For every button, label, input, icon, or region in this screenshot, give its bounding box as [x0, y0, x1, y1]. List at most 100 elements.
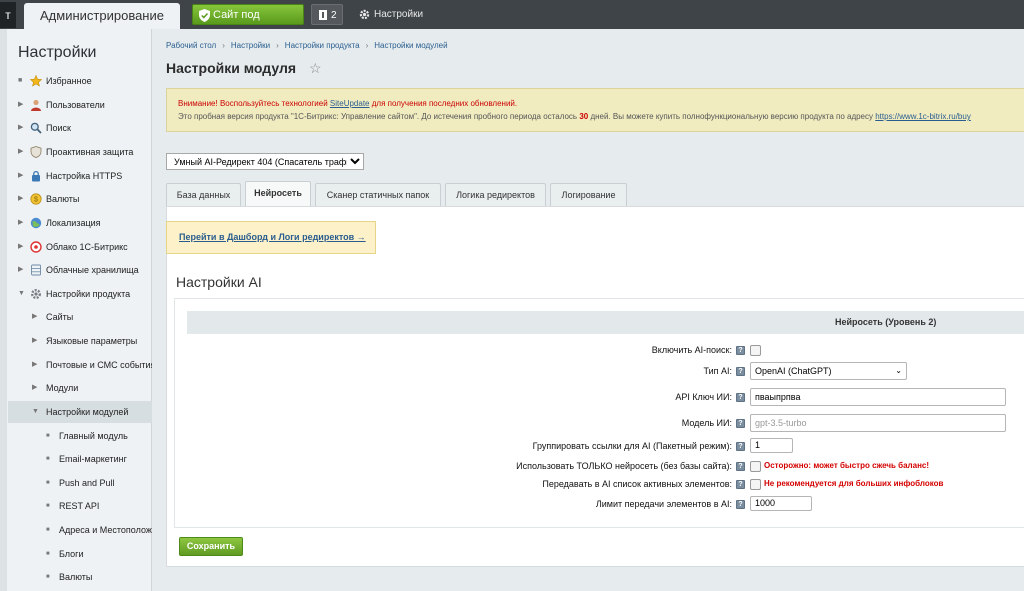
sidebar-item-module-settings[interactable]: ▼ Настройки модулей	[8, 401, 152, 423]
sidebar-item-favorites[interactable]: ■ Избранное	[8, 70, 152, 92]
sidebar-item-language-params[interactable]: ▶ Языковые параметры	[8, 330, 152, 352]
breadcrumb-item[interactable]: Рабочий стол	[166, 41, 216, 50]
field-label: Тип AI:	[703, 366, 732, 376]
tab-redirect-logic[interactable]: Логика редиректов	[445, 183, 546, 206]
sidebar-item-search[interactable]: ▶ Поиск	[8, 117, 152, 139]
sidebar-item-label: Облако 1С-Битрикс	[46, 242, 128, 252]
chevron-right-icon: ▶	[18, 195, 24, 202]
help-icon[interactable]: ?	[736, 346, 745, 355]
sidebar-item-label: Настройки модулей	[46, 407, 129, 417]
sidebar-item-label: Почтовые и СМС события	[46, 360, 156, 370]
sidebar-item-label: Пользователи	[46, 100, 105, 110]
tab-database[interactable]: База данных	[166, 183, 241, 206]
svg-text:$: $	[34, 197, 38, 204]
help-icon[interactable]: ?	[736, 480, 745, 489]
sidebar-item-label: Настройки продукта	[46, 289, 131, 299]
ai-settings-heading: Настройки AI	[176, 274, 262, 290]
siteupdate-link[interactable]: SiteUpdate	[330, 99, 370, 108]
star-icon	[30, 75, 42, 87]
sidebar-item-main-module[interactable]: ■ Главный модуль	[8, 425, 152, 447]
batch-input[interactable]: 1	[750, 438, 793, 453]
help-icon[interactable]: ?	[736, 367, 745, 376]
search-icon	[30, 122, 42, 134]
help-icon[interactable]: ?	[736, 500, 745, 509]
sidebar-item-currencies-module[interactable]: ■ Валюты	[8, 566, 152, 588]
enable-ai-checkbox[interactable]	[750, 345, 761, 356]
sidebar-item-rest-api[interactable]: ■ REST API	[8, 495, 152, 517]
breadcrumb-item[interactable]: Настройки	[231, 41, 270, 50]
sidebar-item-https[interactable]: ▶ Настройка HTTPS	[8, 165, 152, 187]
sidebar-item-mail-events[interactable]: ▶ Почтовые и СМС события	[8, 354, 156, 376]
sidebar-item-localization[interactable]: ▶ Локализация	[8, 212, 152, 234]
help-icon[interactable]: ?	[736, 462, 745, 471]
row-limit: Лимит передачи элементов в AI: ? 1000	[174, 494, 1024, 514]
field-label: Модель ИИ:	[681, 418, 732, 428]
sidebar-item-cloud-storage[interactable]: ▶ Облачные хранилища	[8, 259, 152, 281]
sidebar-item-currencies[interactable]: ▶ $ Валюты	[8, 188, 152, 210]
save-button[interactable]: Сохранить	[179, 537, 243, 556]
field-label: Включить AI-поиск:	[651, 345, 732, 355]
chevron-right-icon: ▶	[32, 384, 38, 391]
breadcrumb: Рабочий стол › Настройки › Настройки продукт…	[166, 41, 448, 50]
buy-link[interactable]: https://www.1c-bitrix.ru/buy	[875, 112, 971, 121]
sidebar-item-bitrix-cloud[interactable]: ▶ Облако 1С-Битрикс	[8, 236, 152, 258]
model-input[interactable]: gpt-3.5-turbo	[750, 414, 1006, 432]
chevron-down-icon: ▼	[18, 290, 25, 297]
admin-tab[interactable]: Администрирование	[24, 3, 180, 29]
sidebar-item-label: Email-маркетинг	[59, 454, 127, 464]
help-icon[interactable]: ?	[736, 393, 745, 402]
notice-line-warning: Внимание! Воспользуйтесь технологией Sit…	[178, 99, 518, 108]
bullet-icon: ■	[46, 527, 50, 533]
lock-icon	[32, 170, 40, 182]
tab-logging[interactable]: Логирование	[550, 183, 627, 206]
only-ai-checkbox[interactable]	[750, 461, 761, 472]
sidebar-item-blogs[interactable]: ■ Блоги	[8, 543, 152, 565]
sidebar-scrollbar[interactable]	[0, 29, 7, 591]
chevron-right-icon: ▶	[18, 266, 24, 273]
chevron-right-icon: ▶	[32, 361, 38, 368]
site-tab-stub[interactable]: т	[0, 2, 16, 28]
only-ai-warning: Осторожно: может быстро сжечь баланс!	[764, 461, 930, 470]
breadcrumb-item[interactable]: Настройки модулей	[374, 41, 447, 50]
breadcrumb-item[interactable]: Настройки продукта	[285, 41, 360, 50]
coin-icon: $	[30, 193, 42, 205]
help-icon[interactable]: ?	[736, 419, 745, 428]
sidebar-item-product-settings[interactable]: ▼ Настройки продукта	[8, 283, 152, 305]
sidebar-item-users[interactable]: ▶ Пользователи	[8, 94, 152, 116]
help-icon[interactable]: ?	[736, 442, 745, 451]
notification-icon	[319, 10, 327, 20]
field-label: Передавать в AI список активных элементо…	[542, 479, 732, 489]
sidebar-item-email-marketing[interactable]: ■ Email-маркетинг	[8, 448, 152, 470]
dashboard-banner: Перейти в Дашборд и Логи редиректов →	[166, 221, 376, 254]
send-list-warning: Не рекомендуется для больших инфоблоков	[764, 479, 944, 488]
module-select[interactable]: Умный AI-Редирект 404 (Спасатель трафика…	[166, 153, 364, 170]
ai-type-select[interactable]: OpenAI (ChatGPT) ⌄	[750, 362, 907, 380]
sidebar-item-locations[interactable]: ■ Адреса и Местоположения	[8, 519, 152, 541]
sidebar-item-label: Push and Pull	[59, 478, 115, 488]
sidebar-item-sites[interactable]: ▶ Сайты	[8, 306, 152, 328]
notifications-button[interactable]: 2	[311, 4, 343, 25]
chevron-right-icon: ▶	[18, 124, 24, 131]
favorite-star-icon[interactable]: ☆	[309, 60, 322, 77]
bullet-icon: ■	[46, 503, 50, 509]
gear-icon	[359, 9, 370, 20]
tab-static-scanner[interactable]: Сканер статичных папок	[315, 183, 441, 206]
sidebar-item-label: Локализация	[46, 218, 101, 228]
tab-neural-network[interactable]: Нейросеть	[245, 181, 311, 207]
chevron-down-icon: ▼	[32, 408, 39, 415]
api-key-input[interactable]: пваыпрпва	[750, 388, 1006, 406]
bullet-icon: ■	[46, 480, 50, 486]
sidebar-item-label: Проактивная защита	[46, 147, 134, 157]
settings-link[interactable]: Настройки	[359, 4, 423, 25]
row-batch: Группировать ссылки для AI (Пакетный реж…	[174, 436, 1024, 456]
send-list-checkbox[interactable]	[750, 479, 761, 490]
limit-input[interactable]: 1000	[750, 496, 812, 511]
sidebar-item-modules[interactable]: ▶ Модули	[8, 377, 152, 399]
sidebar-item-push-pull[interactable]: ■ Push and Pull	[8, 472, 152, 494]
site-security-button[interactable]: Сайт под защитой	[192, 4, 304, 42]
bitrix-cloud-icon	[30, 241, 42, 253]
field-label: Лимит передачи элементов в AI:	[595, 499, 732, 509]
dashboard-link[interactable]: Перейти в Дашборд и Логи редиректов →	[179, 232, 366, 242]
sidebar-item-proactive-defense[interactable]: ▶ Проактивная защита	[8, 141, 152, 163]
sidebar-item-label: Адреса и Местоположения	[59, 525, 152, 535]
